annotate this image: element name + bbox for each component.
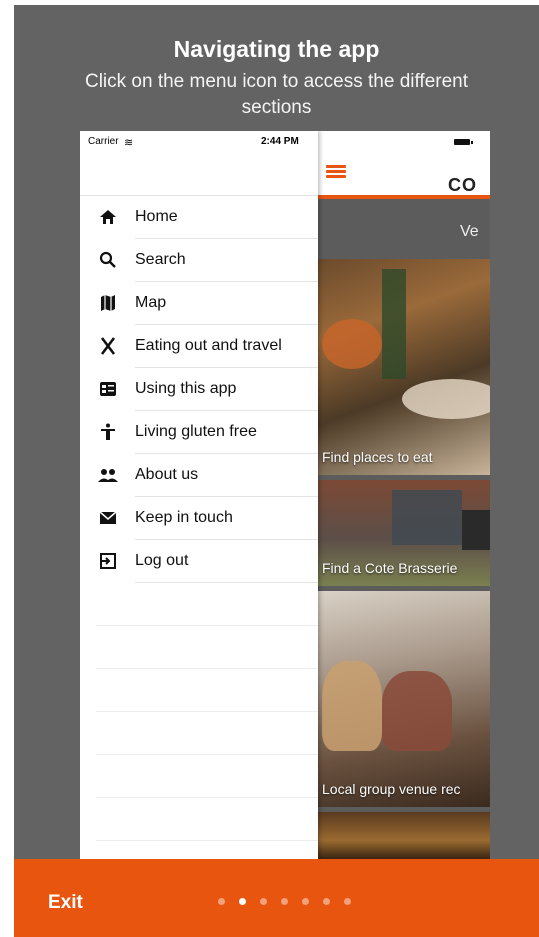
menu-item-label: Home	[135, 208, 178, 225]
card-caption: Find places to eat	[322, 449, 433, 465]
page-dot[interactable]	[260, 898, 267, 905]
menu-item-map[interactable]: Map	[80, 282, 318, 325]
card-local-group[interactable]: Local group venue rec	[312, 591, 490, 807]
exit-button[interactable]: Exit	[48, 892, 83, 914]
menu-item-log-out[interactable]: Log out	[80, 540, 318, 583]
menu-item-living-gluten-free[interactable]: Living gluten free	[80, 411, 318, 454]
envelope-icon	[98, 509, 118, 527]
drawer-header	[80, 151, 318, 196]
tutorial-subtext: Click on the menu icon to access the dif…	[84, 71, 469, 118]
tutorial-overlay: Navigating the app Click on the menu ico…	[14, 5, 539, 937]
person-icon	[98, 423, 118, 441]
logout-icon	[98, 552, 118, 570]
card-find-cote[interactable]: Find a Cote Brasserie	[312, 480, 490, 586]
carrier-label: Carrier	[88, 136, 119, 147]
navigation-drawer: Carrier ≋ 2:44 PM Home Search Map Eating…	[80, 131, 318, 859]
tutorial-footer: Exit	[14, 859, 539, 937]
menu-item-label: Keep in touch	[135, 509, 233, 526]
page-dot[interactable]	[323, 898, 330, 905]
app-header: CO	[312, 131, 490, 199]
card-find-places[interactable]: Find places to eat	[312, 259, 490, 475]
page-dot[interactable]	[281, 898, 288, 905]
home-icon	[98, 208, 118, 226]
menu-item-home[interactable]: Home	[80, 196, 318, 239]
menu-item-search[interactable]: Search	[80, 239, 318, 282]
menu-item-label: Living gluten free	[135, 423, 257, 440]
app-main-screen: CO Ve Find places to eat Find a Cote Bra…	[312, 131, 490, 859]
empty-row	[80, 755, 318, 798]
status-time: 2:44 PM	[261, 136, 299, 147]
food-photo	[322, 319, 382, 369]
card-caption: Local group venue rec	[322, 781, 461, 797]
people-photo	[322, 661, 382, 751]
empty-row	[80, 669, 318, 712]
map-icon	[98, 294, 118, 312]
phone-screenshot: CO Ve Find places to eat Find a Cote Bra…	[80, 131, 490, 859]
card-caption: Find a Cote Brasserie	[322, 560, 458, 576]
cutlery-icon	[98, 337, 118, 355]
phone-info-icon	[98, 380, 118, 398]
menu-item-keep-in-touch[interactable]: Keep in touch	[80, 497, 318, 540]
wifi-icon: ≋	[124, 137, 134, 149]
empty-row	[80, 712, 318, 755]
menu-item-eating-out[interactable]: Eating out and travel	[80, 325, 318, 368]
menu-item-label: About us	[135, 466, 199, 483]
empty-row	[80, 626, 318, 669]
page-dot[interactable]	[344, 898, 351, 905]
page-dot-active[interactable]	[239, 898, 246, 905]
menu-list: Home Search Map Eating out and travel Us…	[80, 196, 318, 841]
brand-logo: CO	[448, 175, 477, 195]
page-dot[interactable]	[302, 898, 309, 905]
hamburger-menu-icon[interactable]	[326, 165, 346, 179]
food-photo-plate	[402, 379, 490, 419]
people-photo-man	[382, 671, 452, 751]
menu-item-label: Using this app	[135, 380, 237, 397]
food-photo-detail	[382, 269, 406, 379]
building-sign	[462, 510, 490, 550]
menu-item-label: Eating out and travel	[135, 337, 282, 354]
empty-row	[80, 798, 318, 841]
search-icon	[98, 251, 118, 269]
empty-row	[80, 583, 318, 626]
menu-item-using-app[interactable]: Using this app	[80, 368, 318, 411]
menu-item-label: Search	[135, 251, 186, 268]
card-partial[interactable]	[312, 812, 490, 859]
building-photo	[392, 490, 462, 545]
page-dot[interactable]	[218, 898, 225, 905]
row-separator	[96, 840, 318, 841]
menu-item-about-us[interactable]: About us	[80, 454, 318, 497]
venue-label: Ve	[460, 223, 479, 240]
tutorial-heading: Navigating the app	[173, 36, 380, 62]
people-icon	[98, 466, 118, 484]
menu-item-label: Log out	[135, 552, 189, 569]
menu-item-label: Map	[135, 294, 167, 311]
status-bar: Carrier ≋ 2:44 PM	[80, 131, 318, 151]
battery-icon	[454, 139, 473, 145]
